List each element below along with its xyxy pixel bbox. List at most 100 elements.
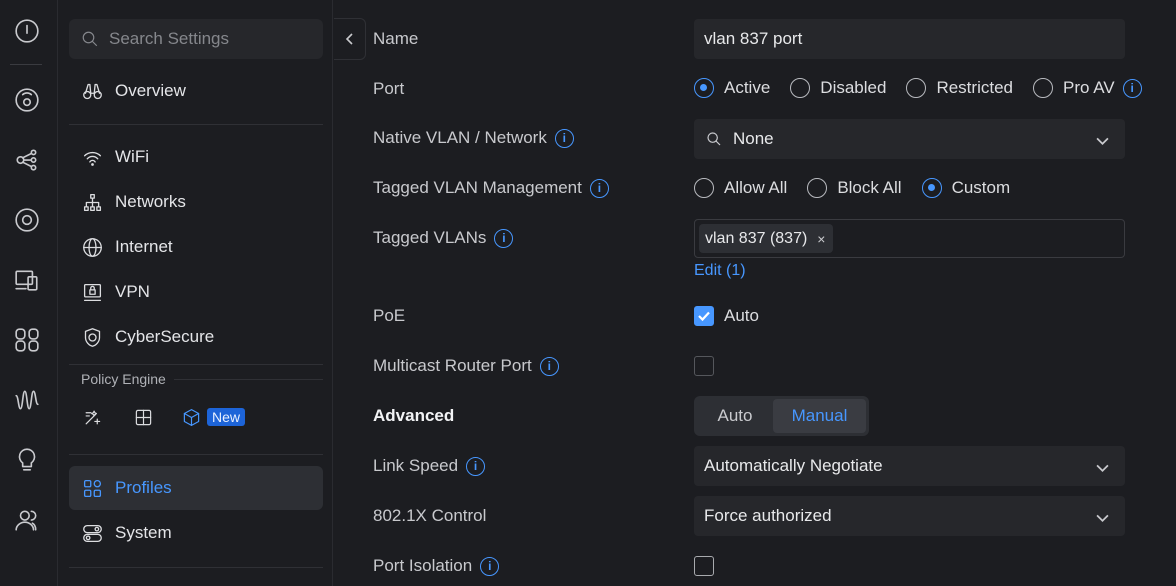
- sidebar-item-wifi[interactable]: WiFi: [69, 135, 323, 179]
- icon-rail: [0, 0, 58, 586]
- sidebar-item-internet[interactable]: Internet: [69, 225, 323, 269]
- radio-unselected[interactable]: [694, 178, 714, 198]
- info-icon[interactable]: i: [494, 228, 514, 248]
- devices-icon[interactable]: [13, 266, 41, 294]
- native-vlan-text: Native VLAN / Network: [373, 128, 547, 147]
- radio-label: Block All: [837, 178, 902, 197]
- sidebar-item-label: CyberSecure: [115, 327, 215, 346]
- tagged-vlans-input[interactable]: vlan 837 (837) ×: [694, 219, 1125, 258]
- vpn-lock-icon: [81, 281, 103, 303]
- link-speed-text: Link Speed: [373, 456, 459, 475]
- sidebar-divider: [174, 379, 323, 380]
- radio-unselected[interactable]: [790, 78, 811, 98]
- link-speed-value: Automatically Negotiate: [704, 456, 883, 475]
- tagged-option-custom[interactable]: Custom: [921, 178, 1011, 198]
- port-option-disabled[interactable]: Disabled: [790, 78, 886, 98]
- chevron-down-icon: [1096, 509, 1109, 529]
- sidebar-item-profiles[interactable]: Profiles: [69, 466, 323, 510]
- sidebar-divider: [69, 454, 323, 455]
- advanced-toggle: Auto Manual: [694, 396, 869, 436]
- advanced-option-auto[interactable]: Auto: [697, 399, 773, 433]
- grid-icon[interactable]: [132, 406, 154, 428]
- info-circle-icon[interactable]: [13, 17, 41, 45]
- close-icon[interactable]: ×: [817, 231, 825, 247]
- native-vlan-label: Native VLAN / Network i: [373, 128, 574, 148]
- radio-label: Pro AV: [1062, 78, 1115, 97]
- admins-icon[interactable]: [13, 506, 41, 534]
- sidebar-item-label: Internet: [115, 237, 173, 256]
- info-icon[interactable]: i: [554, 128, 574, 148]
- multicast-label: Multicast Router Port i: [373, 356, 559, 376]
- poe-checkbox[interactable]: [694, 306, 714, 326]
- sidebar-item-vpn[interactable]: VPN: [69, 270, 323, 314]
- name-field[interactable]: vlan 837 port: [694, 19, 1125, 59]
- sidebar-item-label: Networks: [115, 192, 186, 211]
- sidebar-item-overview[interactable]: Overview: [69, 69, 323, 113]
- chevron-left-icon: [345, 33, 353, 45]
- name-value: vlan 837 port: [704, 29, 803, 48]
- wifi-icon: [81, 146, 103, 168]
- radio-selected[interactable]: [921, 178, 942, 198]
- rail-divider: [10, 64, 42, 65]
- insights-icon[interactable]: [13, 386, 41, 414]
- tagged-option-block-all[interactable]: Block All: [807, 178, 902, 198]
- magic-wand-icon[interactable]: [81, 406, 103, 428]
- search-input[interactable]: [109, 29, 309, 49]
- collapse-sidebar-button[interactable]: [334, 18, 366, 60]
- advanced-option-manual[interactable]: Manual: [773, 399, 866, 433]
- info-icon[interactable]: i: [539, 356, 559, 376]
- sidebar-item-networks[interactable]: Networks: [69, 180, 323, 224]
- sidebar-item-label: Profiles: [115, 478, 172, 497]
- sidebar-item-cybersecure[interactable]: CyberSecure: [69, 315, 323, 359]
- shield-icon: [81, 326, 103, 348]
- multicast-checkbox[interactable]: [694, 356, 714, 376]
- policy-engine-heading: Policy Engine: [81, 371, 166, 387]
- lightbulb-icon[interactable]: [13, 446, 41, 474]
- sidebar-item-label: VPN: [115, 282, 150, 301]
- search-icon: [707, 132, 721, 146]
- native-vlan-select[interactable]: None: [694, 119, 1125, 159]
- info-icon[interactable]: i: [589, 178, 609, 198]
- name-label: Name: [373, 29, 419, 48]
- advanced-label: Advanced: [373, 406, 455, 425]
- port-isolation-label: Port Isolation i: [373, 556, 500, 576]
- radio-label: Active: [724, 78, 771, 97]
- multicast-text: Multicast Router Port: [373, 356, 532, 375]
- toggles-icon: [81, 522, 103, 544]
- info-icon[interactable]: i: [1122, 78, 1142, 98]
- info-icon[interactable]: i: [466, 456, 486, 476]
- clients-icon[interactable]: [13, 326, 41, 354]
- chevron-down-icon: [1096, 459, 1109, 479]
- policy-engine-tools: New: [81, 406, 246, 428]
- chevron-down-icon: [1096, 132, 1109, 152]
- vlan-chip: vlan 837 (837) ×: [699, 224, 834, 253]
- edit-vlans-link[interactable]: Edit (1): [694, 262, 746, 280]
- dashboard-icon[interactable]: [13, 86, 41, 114]
- port-option-active[interactable]: Active: [694, 78, 770, 98]
- topology-icon[interactable]: [13, 146, 41, 174]
- radio-label: Allow All: [724, 178, 788, 197]
- radio-selected[interactable]: [694, 78, 714, 98]
- globe-icon: [81, 236, 103, 258]
- port-isolation-checkbox[interactable]: [694, 556, 714, 576]
- target-icon[interactable]: [13, 206, 41, 234]
- tagged-option-allow-all[interactable]: Allow All: [694, 178, 787, 198]
- search-settings-box[interactable]: [69, 19, 323, 59]
- sidebar-item-label: Overview: [115, 81, 186, 100]
- info-icon[interactable]: i: [480, 556, 500, 576]
- radio-unselected[interactable]: [1032, 78, 1053, 98]
- dot1x-select[interactable]: Force authorized: [694, 496, 1125, 536]
- radio-unselected[interactable]: [906, 78, 927, 98]
- radio-unselected[interactable]: [807, 178, 828, 198]
- check-icon: [698, 311, 710, 322]
- port-option-pro-av[interactable]: Pro AV: [1032, 78, 1115, 98]
- new-badge: New: [207, 408, 246, 426]
- tagged-vlans-label: Tagged VLANs i: [373, 228, 514, 248]
- cube-icon[interactable]: [180, 406, 202, 428]
- port-option-restricted[interactable]: Restricted: [906, 78, 1013, 98]
- sidebar-item-system[interactable]: System: [69, 511, 323, 555]
- network-tree-icon: [81, 191, 103, 213]
- link-speed-select[interactable]: Automatically Negotiate: [694, 446, 1125, 486]
- radio-label: Custom: [951, 178, 1011, 197]
- native-vlan-value: None: [733, 129, 774, 148]
